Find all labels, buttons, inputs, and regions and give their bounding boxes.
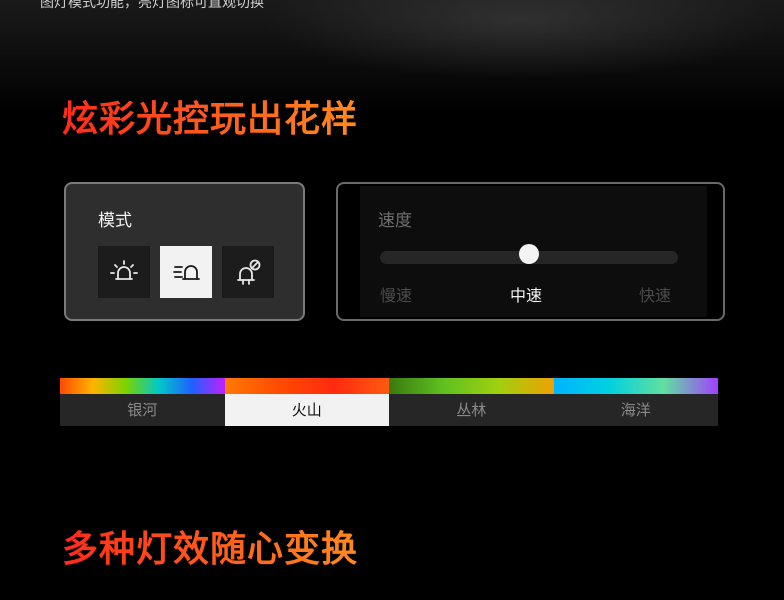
mode-button-flash[interactable] <box>160 246 212 298</box>
mode-title: 模式 <box>98 211 132 231</box>
mode-panel: 模式 <box>64 182 305 321</box>
mode-button-steady[interactable] <box>98 246 150 298</box>
light-flash-icon <box>173 265 200 280</box>
tab-label: 银河 <box>60 394 225 426</box>
tab-volcano[interactable]: 火山 <box>224 378 389 426</box>
effect-color-bar <box>224 378 389 394</box>
effect-color-bar <box>553 378 718 394</box>
speed-label-slow[interactable]: 慢速 <box>380 282 412 306</box>
speed-title: 速度 <box>378 211 412 231</box>
tab-ocean[interactable]: 海洋 <box>553 378 718 426</box>
tab-label: 火山 <box>224 394 389 426</box>
tab-label: 海洋 <box>553 394 718 426</box>
headline-effects: 多种灯效随心变换 <box>62 520 358 572</box>
tab-galaxy[interactable]: 银河 <box>60 378 225 426</box>
light-off-icon <box>237 259 261 285</box>
speed-label-medium[interactable]: 中速 <box>510 282 542 306</box>
effect-color-bar <box>389 378 554 394</box>
effect-color-bar <box>60 378 225 394</box>
speed-label-fast[interactable]: 快速 <box>639 282 671 306</box>
light-on-icon <box>110 260 138 280</box>
headline-light-control: 炫彩光控玩出花样 <box>62 90 358 142</box>
banner-caption: 图灯模式功能，亮灯图标可直观切换 <box>40 0 264 11</box>
effect-tabs: 银河 火山 丛林 海洋 <box>60 378 718 426</box>
tab-jungle[interactable]: 丛林 <box>389 378 554 426</box>
tab-label: 丛林 <box>389 394 554 426</box>
speed-slider-knob[interactable] <box>519 244 539 264</box>
speed-panel: 速度 慢速 中速 快速 <box>336 182 725 321</box>
mode-button-off[interactable] <box>222 246 274 298</box>
